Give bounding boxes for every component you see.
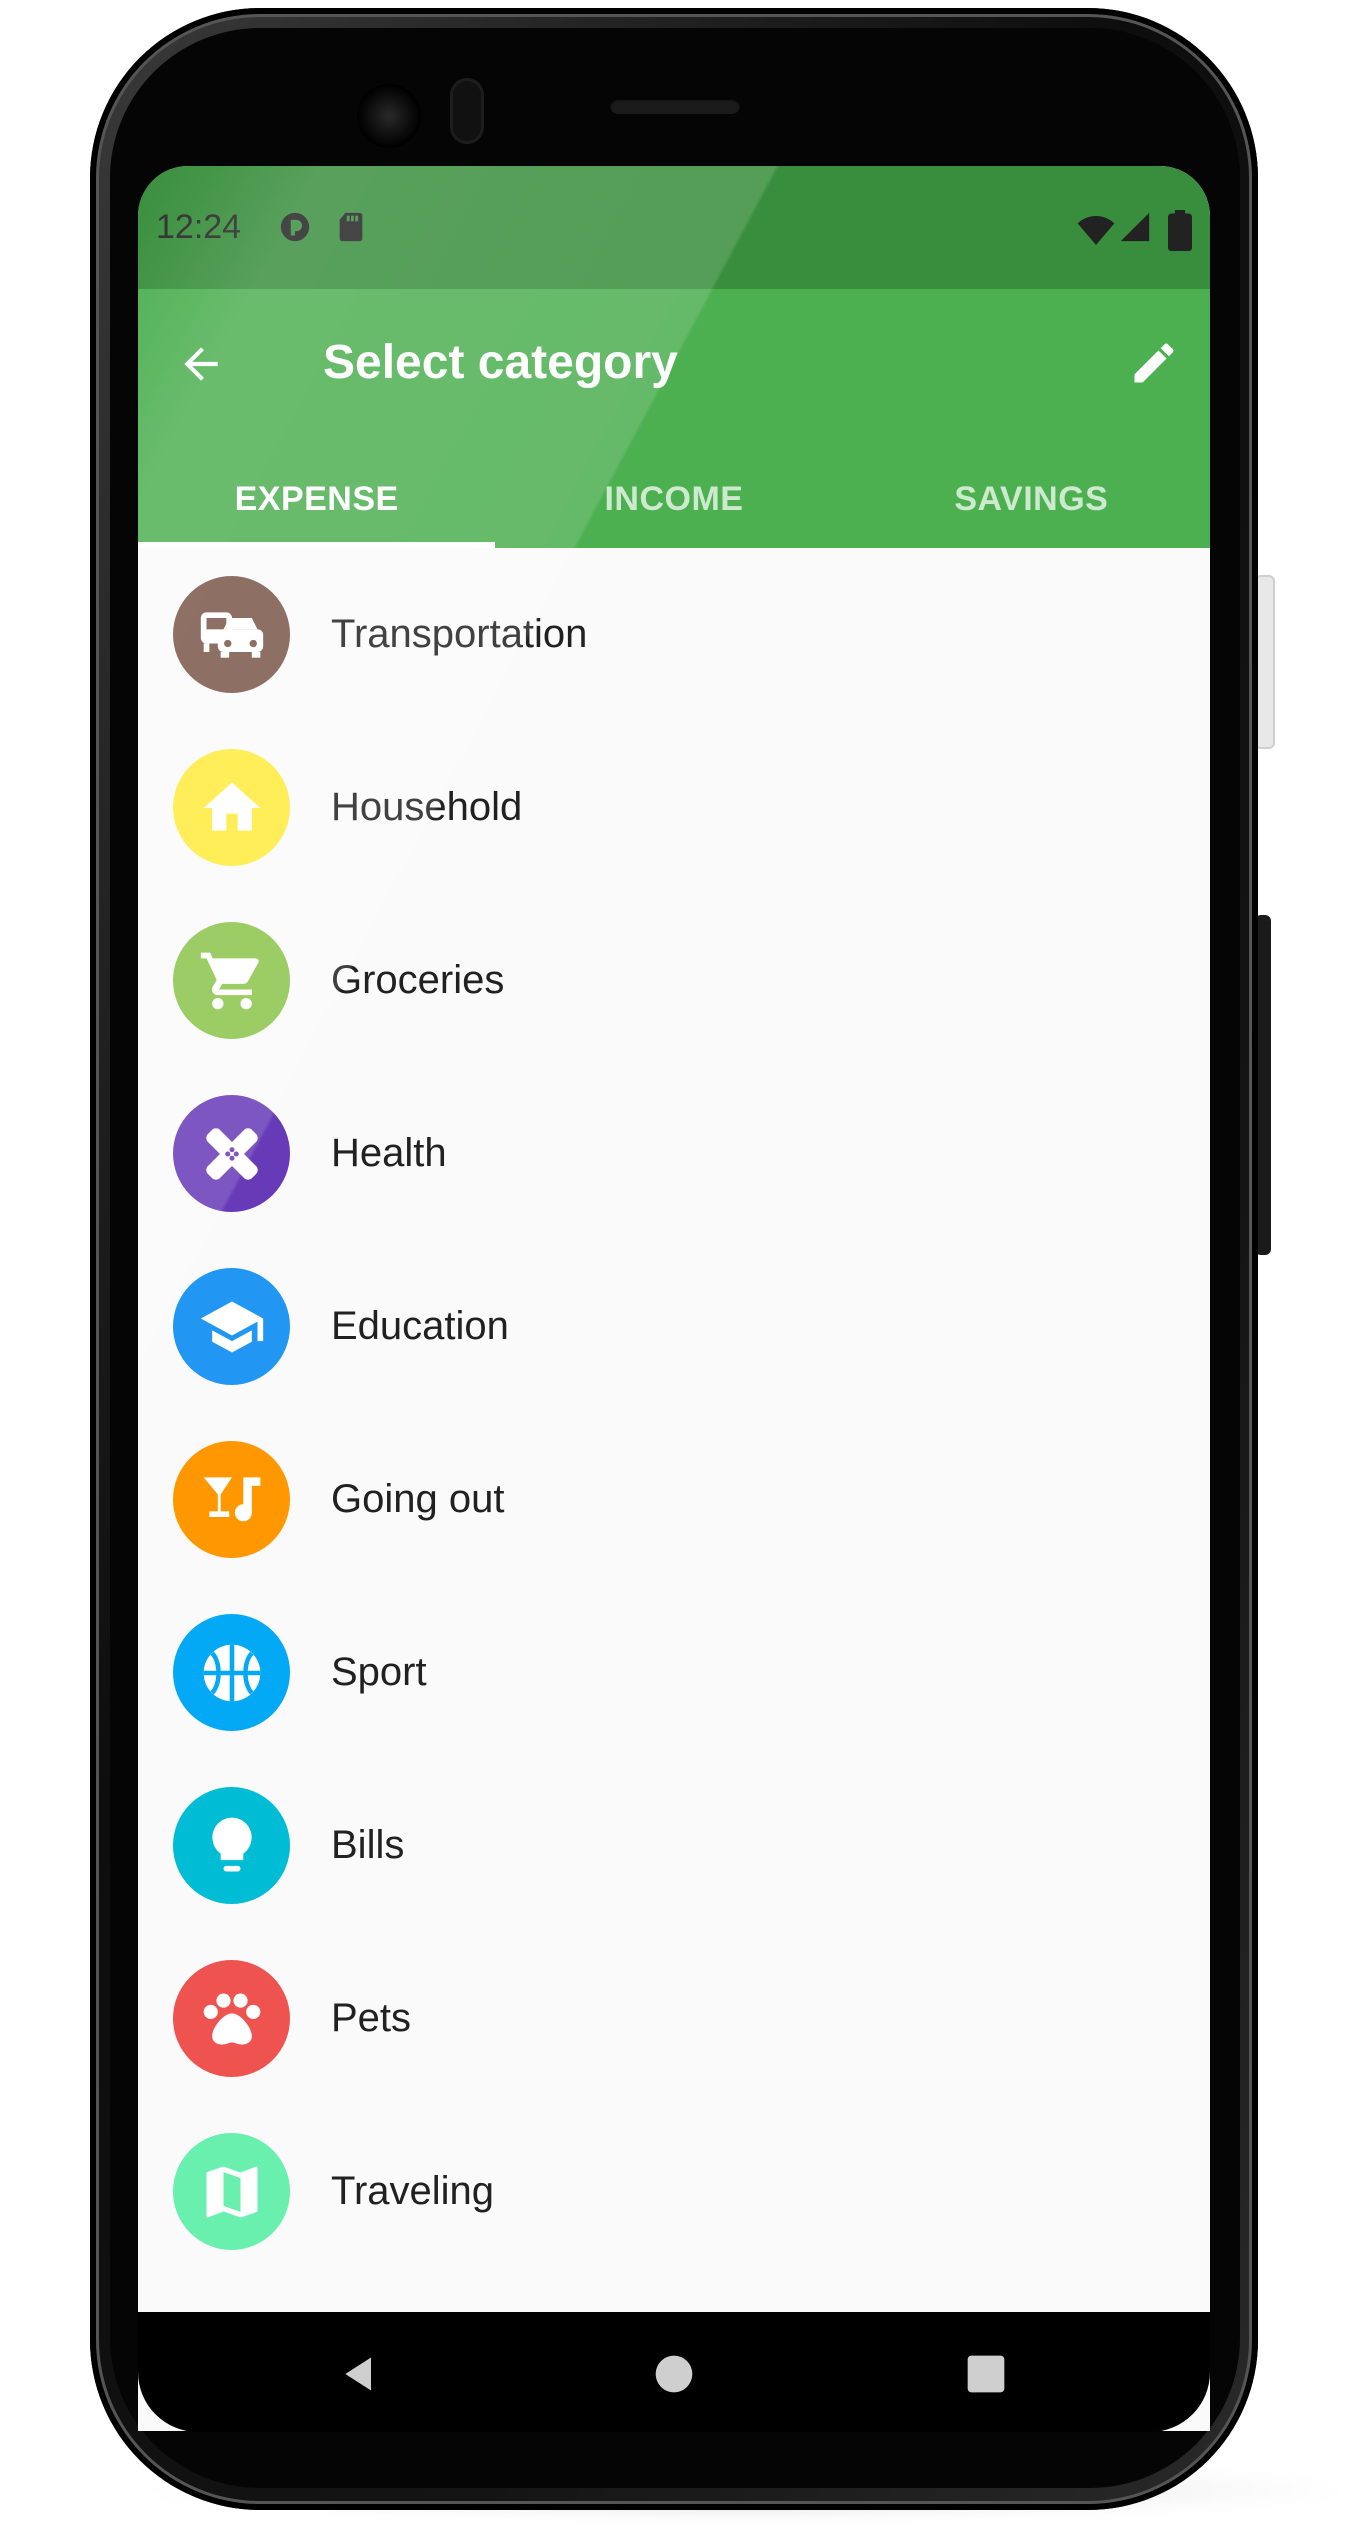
tab-expense[interactable]: EXPENSE: [138, 436, 496, 548]
back-arrow-icon[interactable]: [176, 339, 226, 389]
list-item-household[interactable]: Household: [138, 721, 1210, 894]
battery-icon: [1168, 210, 1192, 252]
list-item-sport[interactable]: Sport: [138, 1586, 1210, 1759]
nav-back-icon[interactable]: [338, 2352, 382, 2396]
list-item-traveling[interactable]: Traveling: [138, 2105, 1210, 2278]
app-bar: Select category: [138, 289, 1210, 436]
list-item-health[interactable]: Health: [138, 1067, 1210, 1240]
power-button: [1255, 575, 1275, 749]
list-item-transportation[interactable]: Transportation: [138, 548, 1210, 721]
tab-income[interactable]: INCOME: [495, 436, 852, 548]
list-item-label: Groceries: [331, 958, 505, 1002]
bandage-icon: [173, 1095, 290, 1212]
nav-home-icon[interactable]: [652, 2352, 696, 2396]
list-item-bills[interactable]: Bills: [138, 1759, 1210, 1932]
list-item-label: Traveling: [331, 2169, 495, 2213]
notification-app-icon: [278, 210, 312, 244]
wifi-icon: [1076, 210, 1116, 245]
list-item-label: Bills: [331, 1823, 405, 1867]
list-item-label: Transportation: [331, 612, 588, 656]
front-camera: [357, 84, 421, 148]
status-bar: 12:24: [138, 166, 1210, 289]
list-item-label: Household: [331, 785, 523, 829]
system-nav-bar: [138, 2312, 1210, 2432]
app-screen: 12:24 Select category EXPENSE INCOME SAV…: [138, 166, 1210, 2431]
status-time: 12:24: [156, 208, 242, 246]
list-item-label: Health: [331, 1131, 447, 1175]
list-item-going-out[interactable]: Going out: [138, 1413, 1210, 1586]
list-item-label: Education: [331, 1304, 509, 1348]
graduation-cap-icon: [173, 1268, 290, 1385]
paw-icon: [173, 1960, 290, 2077]
home-icon: [173, 749, 290, 866]
list-item-education[interactable]: Education: [138, 1240, 1210, 1413]
cocktail-music-icon: [173, 1441, 290, 1558]
edit-pencil-icon[interactable]: [1128, 337, 1180, 389]
sd-card-icon: [334, 210, 368, 244]
transportation-icon: [173, 576, 290, 693]
cart-icon: [173, 922, 290, 1039]
signal-icon: [1118, 210, 1152, 244]
tab-savings[interactable]: SAVINGS: [853, 436, 1210, 548]
earpiece-speaker: [610, 98, 740, 114]
list-item-label: Pets: [331, 1996, 412, 2040]
list-item-label: Sport: [331, 1650, 427, 1694]
category-tabs: EXPENSE INCOME SAVINGS: [138, 436, 1210, 548]
proximity-sensor: [450, 78, 484, 144]
list-item-label: Going out: [331, 1477, 505, 1521]
list-item-pets[interactable]: Pets: [138, 1932, 1210, 2105]
lightbulb-icon: [173, 1787, 290, 1904]
list-item-groceries[interactable]: Groceries: [138, 894, 1210, 1067]
category-list: Transportation Household Groceries Healt…: [138, 548, 1210, 2278]
map-icon: [173, 2133, 290, 2250]
basketball-icon: [173, 1614, 290, 1731]
nav-recents-icon[interactable]: [964, 2352, 1008, 2396]
page-title: Select category: [323, 336, 678, 389]
